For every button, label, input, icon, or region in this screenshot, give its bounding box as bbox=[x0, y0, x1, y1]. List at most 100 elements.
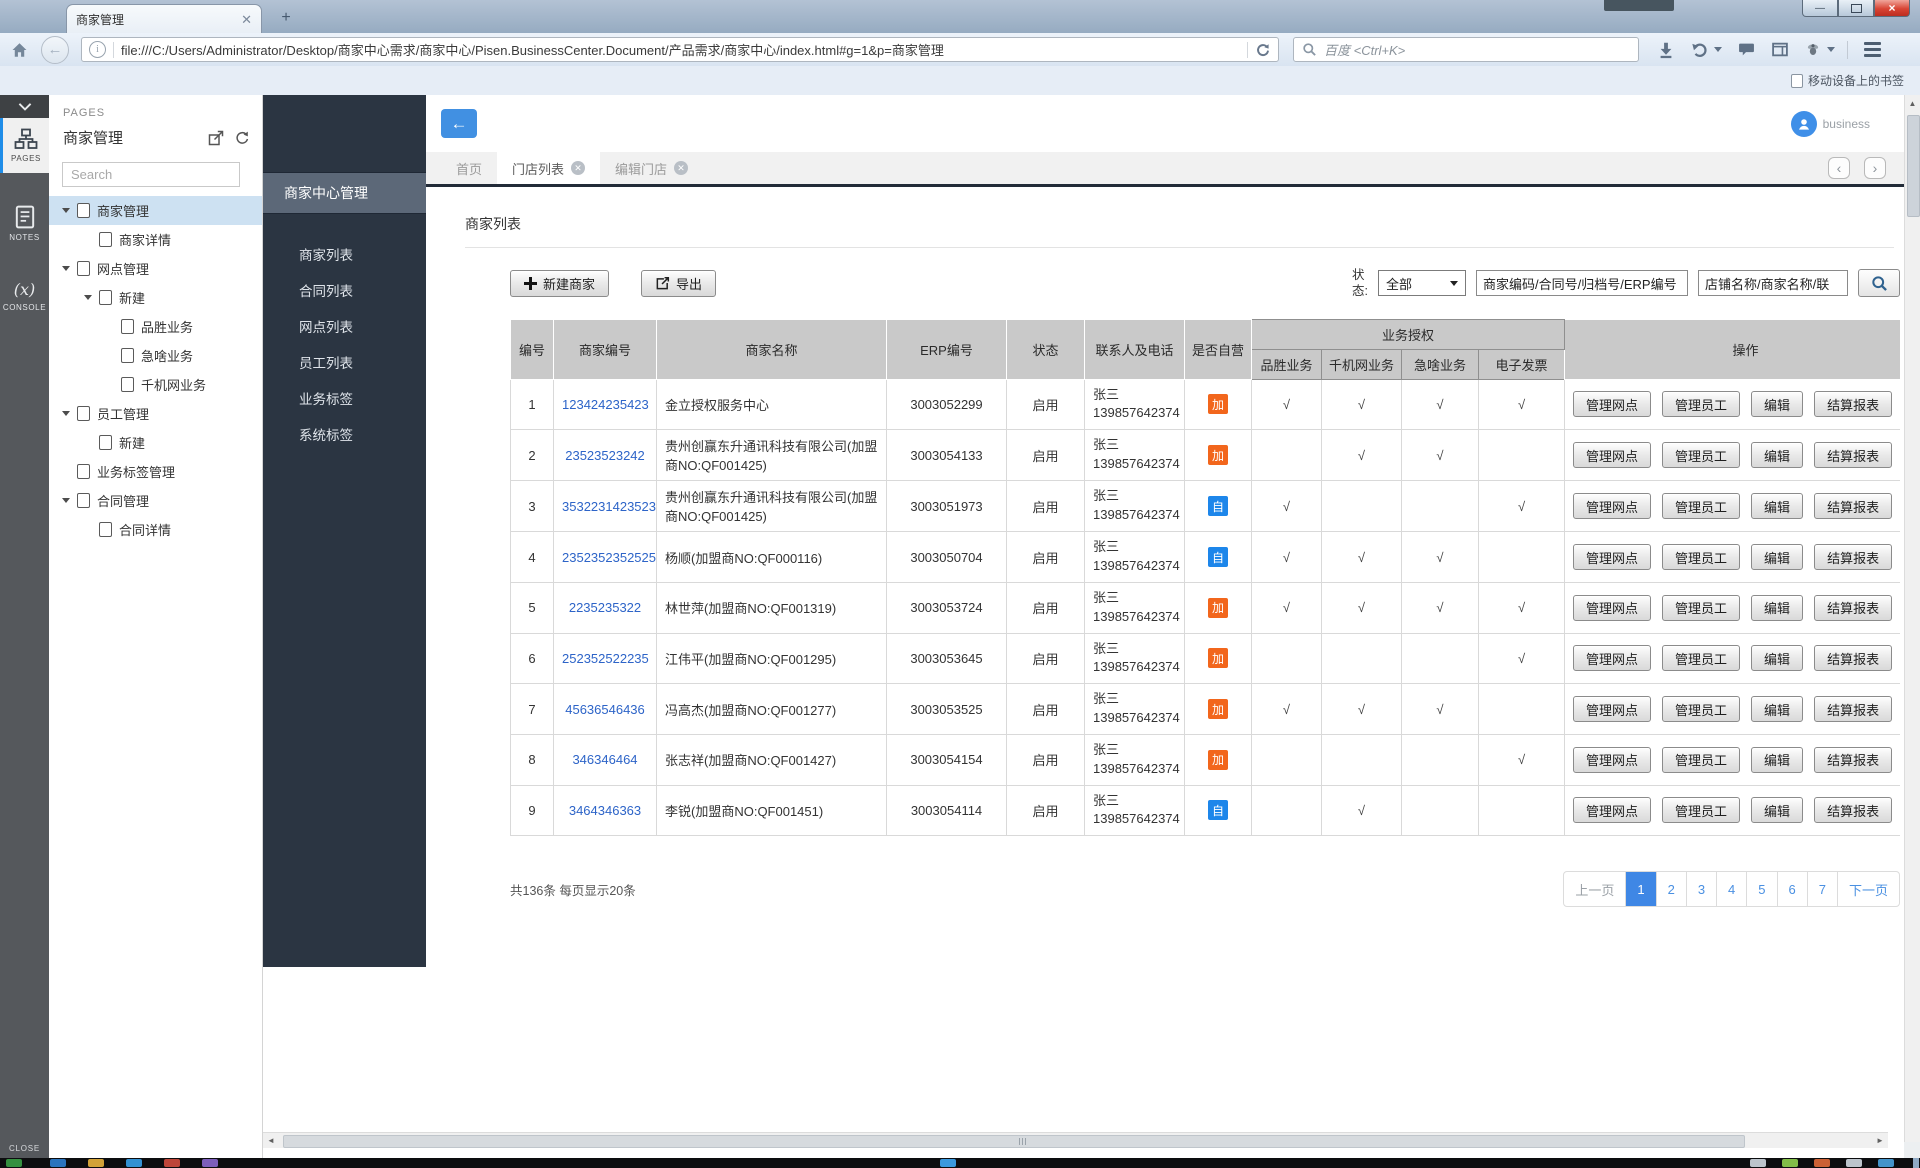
keyword-input-name[interactable] bbox=[1698, 270, 1848, 296]
rail-item-notes[interactable]: NOTES bbox=[0, 195, 49, 252]
merchant-code-link[interactable]: 2235235322 bbox=[569, 600, 641, 615]
action-button-结算报表[interactable]: 结算报表 bbox=[1814, 696, 1892, 722]
tree-item[interactable]: 员工管理 bbox=[49, 399, 262, 428]
action-button-结算报表[interactable]: 结算报表 bbox=[1814, 595, 1892, 621]
action-button-管理网点[interactable]: 管理网点 bbox=[1573, 391, 1651, 417]
action-button-编辑[interactable]: 编辑 bbox=[1751, 645, 1803, 671]
page-button-4[interactable]: 4 bbox=[1716, 872, 1746, 906]
page-button-2[interactable]: 2 bbox=[1656, 872, 1686, 906]
url-text[interactable]: file:///C:/Users/Administrator/Desktop/商… bbox=[121, 40, 1240, 59]
taskbar-icon[interactable] bbox=[1846, 1159, 1862, 1167]
tree-item[interactable]: 急啥业务 bbox=[49, 341, 262, 370]
tree-item[interactable]: 网点管理 bbox=[49, 254, 262, 283]
page-button-7[interactable]: 7 bbox=[1807, 872, 1837, 906]
user-box[interactable]: business bbox=[1791, 111, 1870, 137]
sidebar-item-商家列表[interactable]: 商家列表 bbox=[263, 236, 426, 272]
tab-scroll-left-icon[interactable]: ‹ bbox=[1828, 157, 1850, 179]
maximize-button[interactable] bbox=[1838, 0, 1874, 17]
merchant-code-link[interactable]: 252352522235 bbox=[562, 651, 649, 666]
tree-caret-icon[interactable] bbox=[62, 266, 70, 271]
minimize-button[interactable]: — bbox=[1802, 0, 1838, 17]
action-button-结算报表[interactable]: 结算报表 bbox=[1814, 747, 1892, 773]
action-button-结算报表[interactable]: 结算报表 bbox=[1814, 391, 1892, 417]
taskbar-icon[interactable] bbox=[202, 1159, 218, 1167]
show-desktop-button[interactable] bbox=[1913, 1158, 1919, 1168]
page-button-6[interactable]: 6 bbox=[1777, 872, 1807, 906]
pull-refresh-icon[interactable] bbox=[234, 130, 250, 146]
addon-caret-icon[interactable] bbox=[1827, 47, 1835, 52]
action-button-编辑[interactable]: 编辑 bbox=[1751, 797, 1803, 823]
status-select[interactable]: 全部 bbox=[1378, 270, 1466, 296]
merchant-code-link[interactable]: 3464346363 bbox=[569, 803, 641, 818]
action-button-管理员工[interactable]: 管理员工 bbox=[1662, 595, 1740, 621]
tab-close-icon[interactable]: ✕ bbox=[241, 13, 252, 26]
tab-scroll-right-icon[interactable]: › bbox=[1864, 157, 1886, 179]
scroll-right-arrow-icon[interactable]: ► bbox=[1872, 1133, 1888, 1148]
taskbar-icon[interactable] bbox=[1750, 1159, 1766, 1167]
page-prev-button[interactable]: 上一页 bbox=[1564, 872, 1625, 906]
tree-caret-icon[interactable] bbox=[62, 498, 70, 503]
collapse-chevron-icon[interactable] bbox=[0, 95, 49, 118]
action-button-编辑[interactable]: 编辑 bbox=[1751, 747, 1803, 773]
merchant-code-link[interactable]: 123424235423 bbox=[562, 397, 649, 412]
action-button-结算报表[interactable]: 结算报表 bbox=[1814, 645, 1892, 671]
action-button-管理员工[interactable]: 管理员工 bbox=[1662, 645, 1740, 671]
action-button-结算报表[interactable]: 结算报表 bbox=[1814, 442, 1892, 468]
action-button-结算报表[interactable]: 结算报表 bbox=[1814, 797, 1892, 823]
action-button-编辑[interactable]: 编辑 bbox=[1751, 391, 1803, 417]
action-button-管理网点[interactable]: 管理网点 bbox=[1573, 544, 1651, 570]
tree-caret-icon[interactable] bbox=[62, 411, 70, 416]
url-bar[interactable]: i file:///C:/Users/Administrator/Desktop… bbox=[81, 37, 1279, 62]
page-button-1[interactable]: 1 bbox=[1625, 872, 1655, 906]
export-button[interactable]: 导出 bbox=[641, 270, 716, 297]
home-icon[interactable] bbox=[10, 41, 29, 59]
action-button-管理员工[interactable]: 管理员工 bbox=[1662, 747, 1740, 773]
action-button-管理网点[interactable]: 管理网点 bbox=[1573, 493, 1651, 519]
action-button-管理员工[interactable]: 管理员工 bbox=[1662, 493, 1740, 519]
action-button-编辑[interactable]: 编辑 bbox=[1751, 544, 1803, 570]
sidebar-item-合同列表[interactable]: 合同列表 bbox=[263, 272, 426, 308]
scroll-up-arrow-icon[interactable]: ▲ bbox=[1905, 95, 1920, 111]
action-button-编辑[interactable]: 编辑 bbox=[1751, 595, 1803, 621]
tree-item[interactable]: 合同管理 bbox=[49, 486, 262, 515]
app-back-button[interactable]: ← bbox=[441, 109, 477, 138]
merchant-code-link[interactable]: 3532231423523 bbox=[562, 499, 656, 514]
action-button-管理员工[interactable]: 管理员工 bbox=[1662, 442, 1740, 468]
merchant-code-link[interactable]: 2352352352525 bbox=[562, 550, 656, 565]
action-button-编辑[interactable]: 编辑 bbox=[1751, 493, 1803, 519]
taskbar-icon[interactable] bbox=[88, 1159, 104, 1167]
tree-caret-icon[interactable] bbox=[62, 208, 70, 213]
action-button-管理网点[interactable]: 管理网点 bbox=[1573, 797, 1651, 823]
new-merchant-button[interactable]: 新建商家 bbox=[510, 270, 609, 297]
page-button-3[interactable]: 3 bbox=[1686, 872, 1716, 906]
search-bar[interactable]: 百度 <Ctrl+K> bbox=[1293, 37, 1639, 62]
sidebar-item-网点列表[interactable]: 网点列表 bbox=[263, 308, 426, 344]
action-button-编辑[interactable]: 编辑 bbox=[1751, 696, 1803, 722]
action-button-管理网点[interactable]: 管理网点 bbox=[1573, 595, 1651, 621]
player-close-button[interactable]: CLOSE bbox=[0, 1144, 49, 1153]
close-button[interactable]: × bbox=[1874, 0, 1910, 17]
action-button-结算报表[interactable]: 结算报表 bbox=[1814, 544, 1892, 570]
taskbar-icon[interactable] bbox=[6, 1159, 22, 1167]
responsive-icon[interactable] bbox=[1771, 41, 1789, 58]
taskbar-icon[interactable] bbox=[1878, 1159, 1894, 1167]
tree-caret-icon[interactable] bbox=[84, 295, 92, 300]
table-search-button[interactable] bbox=[1858, 269, 1900, 297]
merchant-code-link[interactable]: 45636546436 bbox=[565, 702, 645, 717]
sidebar-item-系统标签[interactable]: 系统标签 bbox=[263, 416, 426, 452]
taskbar-icon[interactable] bbox=[940, 1159, 956, 1167]
horizontal-scroll-thumb[interactable] bbox=[283, 1135, 1745, 1148]
tab-close-icon[interactable]: ✕ bbox=[674, 161, 688, 175]
horizontal-scrollbar[interactable]: ◄ ► bbox=[263, 1132, 1888, 1148]
action-button-管理网点[interactable]: 管理网点 bbox=[1573, 696, 1651, 722]
back-button-browser[interactable]: ← bbox=[41, 36, 69, 64]
rail-item-console[interactable]: (x) CONSOLE bbox=[0, 270, 49, 322]
taskbar-icon[interactable] bbox=[1782, 1159, 1798, 1167]
action-button-管理网点[interactable]: 管理网点 bbox=[1573, 747, 1651, 773]
history-caret-icon[interactable] bbox=[1714, 47, 1722, 52]
addon-bug-icon[interactable] bbox=[1804, 41, 1822, 58]
action-button-结算报表[interactable]: 结算报表 bbox=[1814, 493, 1892, 519]
rail-item-pages[interactable]: PAGES bbox=[0, 118, 49, 173]
info-icon[interactable]: i bbox=[89, 41, 106, 58]
browser-tab[interactable]: 商家管理 ✕ bbox=[66, 4, 262, 33]
